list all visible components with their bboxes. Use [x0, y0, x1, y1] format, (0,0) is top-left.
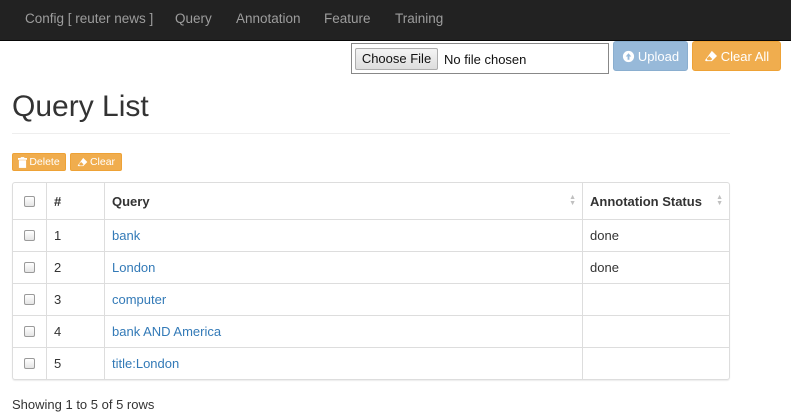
annotation-status: done — [590, 228, 619, 243]
column-header-status-label: Annotation Status — [590, 193, 702, 209]
upload-button[interactable]: Upload — [613, 41, 688, 71]
row-number: 5 — [47, 348, 105, 379]
nav-item-training[interactable]: Training — [395, 11, 443, 26]
row-number: 3 — [47, 284, 105, 315]
delete-button[interactable]: Delete — [12, 153, 66, 171]
row-checkbox[interactable] — [24, 358, 35, 369]
query-link[interactable]: title:London — [112, 356, 179, 371]
query-link[interactable]: bank AND America — [112, 324, 221, 339]
nav-item-query[interactable]: Query — [175, 11, 212, 26]
eraser-icon — [704, 50, 717, 62]
annotation-status — [583, 348, 729, 379]
query-link[interactable]: London — [112, 260, 155, 275]
top-navbar: Config [ reuter news ] Query Annotation … — [0, 0, 791, 41]
sort-icon[interactable]: ▲ ▼ — [569, 194, 576, 207]
nav-item-feature[interactable]: Feature — [324, 11, 371, 26]
file-status-text: No file chosen — [444, 52, 527, 67]
table-header-row: # Query ▲ ▼ Annotation Status ▲ ▼ — [13, 183, 729, 219]
row-checkbox[interactable] — [24, 262, 35, 273]
clear-button[interactable]: Clear — [70, 153, 122, 171]
row-number: 4 — [47, 316, 105, 347]
column-header-number: # — [47, 183, 105, 219]
row-checkbox[interactable] — [24, 326, 35, 337]
annotation-status — [583, 316, 729, 347]
pagination-summary: Showing 1 to 5 of 5 rows — [12, 397, 155, 412]
table-row: 3 computer — [13, 283, 729, 315]
table-row: 2 London done — [13, 251, 729, 283]
trash-icon — [18, 156, 28, 168]
delete-button-label: Delete — [29, 156, 60, 168]
eraser-icon — [77, 157, 88, 167]
table-row: 4 bank AND America — [13, 315, 729, 347]
query-table: # Query ▲ ▼ Annotation Status ▲ ▼ 1 bank d… — [12, 182, 730, 380]
query-link[interactable]: computer — [112, 292, 166, 307]
query-link[interactable]: bank — [112, 228, 140, 243]
annotation-status — [583, 284, 729, 315]
column-header-query-label: Query — [112, 193, 150, 209]
nav-item-config[interactable]: Config [ reuter news ] — [25, 11, 153, 26]
title-divider — [12, 133, 730, 134]
page-title: Query List — [12, 90, 149, 123]
row-number: 2 — [47, 252, 105, 283]
table-row: 1 bank done — [13, 219, 729, 251]
choose-file-button[interactable]: Choose File — [355, 48, 438, 70]
row-checkbox[interactable] — [24, 294, 35, 305]
select-all-checkbox[interactable] — [24, 195, 35, 207]
table-row: 5 title:London — [13, 347, 729, 379]
row-checkbox[interactable] — [24, 230, 35, 241]
row-number: 1 — [47, 220, 105, 251]
column-header-status[interactable]: Annotation Status ▲ ▼ — [583, 183, 729, 219]
clear-button-label: Clear — [89, 156, 116, 168]
file-input[interactable]: Choose File No file chosen — [351, 43, 609, 74]
column-header-query[interactable]: Query ▲ ▼ — [105, 183, 583, 219]
clear-all-button[interactable]: Clear All — [692, 41, 781, 71]
annotation-status: done — [590, 260, 619, 275]
upload-circle-icon — [622, 50, 634, 62]
sort-icon[interactable]: ▲ ▼ — [716, 194, 723, 207]
nav-item-annotation[interactable]: Annotation — [236, 11, 301, 26]
clear-all-button-label: Clear All — [720, 48, 770, 64]
upload-button-label: Upload — [637, 48, 680, 64]
